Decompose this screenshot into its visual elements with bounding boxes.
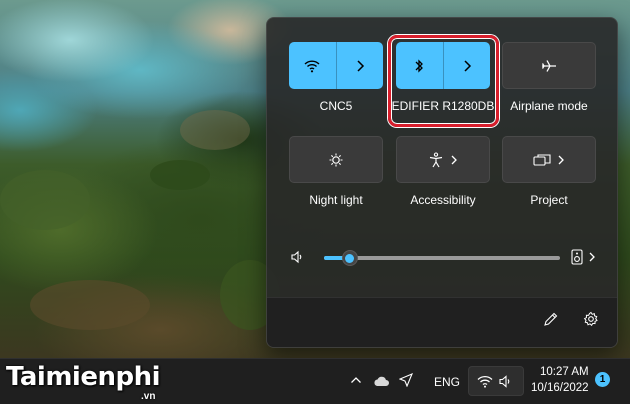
- audio-output-icon[interactable]: [571, 249, 583, 265]
- volume-icon: [499, 375, 513, 388]
- bluetooth-highlight-box: [388, 35, 499, 127]
- night-light-tile[interactable]: [289, 136, 383, 183]
- wifi-icon: [477, 375, 493, 388]
- airplane-mode-toggle[interactable]: [503, 43, 595, 88]
- accessibility-tile[interactable]: [396, 136, 490, 183]
- night-light-icon: [328, 152, 344, 168]
- edit-quick-settings-icon[interactable]: [543, 311, 559, 327]
- chevron-right-icon: [450, 155, 458, 165]
- wifi-expand-button[interactable]: [335, 42, 384, 89]
- wifi-icon: [304, 59, 320, 73]
- audio-output-chevron-icon[interactable]: [588, 252, 596, 262]
- watermark-logo: Taimienphi .vn: [4, 356, 184, 404]
- location-arrow-icon[interactable]: [399, 373, 413, 387]
- watermark-suffix: .vn: [141, 391, 156, 402]
- accessibility-icon: [428, 151, 444, 168]
- accessibility-toggle[interactable]: [397, 137, 489, 182]
- volume-thumb[interactable]: [341, 250, 358, 266]
- clock-date[interactable]: 10/16/2022: [531, 382, 589, 394]
- quick-settings-footer: [267, 297, 617, 347]
- project-label: Project: [530, 193, 568, 207]
- project-toggle[interactable]: [503, 137, 595, 182]
- watermark-brand: Taimienphi: [6, 362, 161, 392]
- volume-slider[interactable]: [324, 250, 560, 266]
- wifi-toggle[interactable]: [289, 42, 336, 89]
- chevron-right-icon: [557, 155, 565, 165]
- project-tile[interactable]: [502, 136, 596, 183]
- chevron-right-icon: [355, 59, 365, 72]
- wifi-tile[interactable]: [289, 42, 383, 89]
- clock-time[interactable]: 10:27 AM: [540, 366, 589, 378]
- speaker-icon[interactable]: [290, 250, 304, 264]
- night-light-toggle[interactable]: [290, 137, 382, 182]
- airplane-mode-label: Airplane mode: [510, 99, 588, 113]
- airplane-mode-tile[interactable]: [502, 42, 596, 89]
- system-tray-network-volume[interactable]: [468, 366, 524, 396]
- project-icon: [533, 153, 551, 167]
- accessibility-label: Accessibility: [410, 193, 476, 207]
- wifi-label: CNC5: [319, 99, 353, 113]
- night-light-label: Night light: [309, 193, 363, 207]
- chevron-up-icon[interactable]: [350, 375, 362, 385]
- settings-gear-icon[interactable]: [583, 311, 599, 327]
- airplane-icon: [541, 59, 557, 73]
- language-indicator[interactable]: ENG: [434, 375, 460, 389]
- notification-badge[interactable]: 1: [595, 372, 610, 387]
- cloud-icon[interactable]: [372, 375, 390, 387]
